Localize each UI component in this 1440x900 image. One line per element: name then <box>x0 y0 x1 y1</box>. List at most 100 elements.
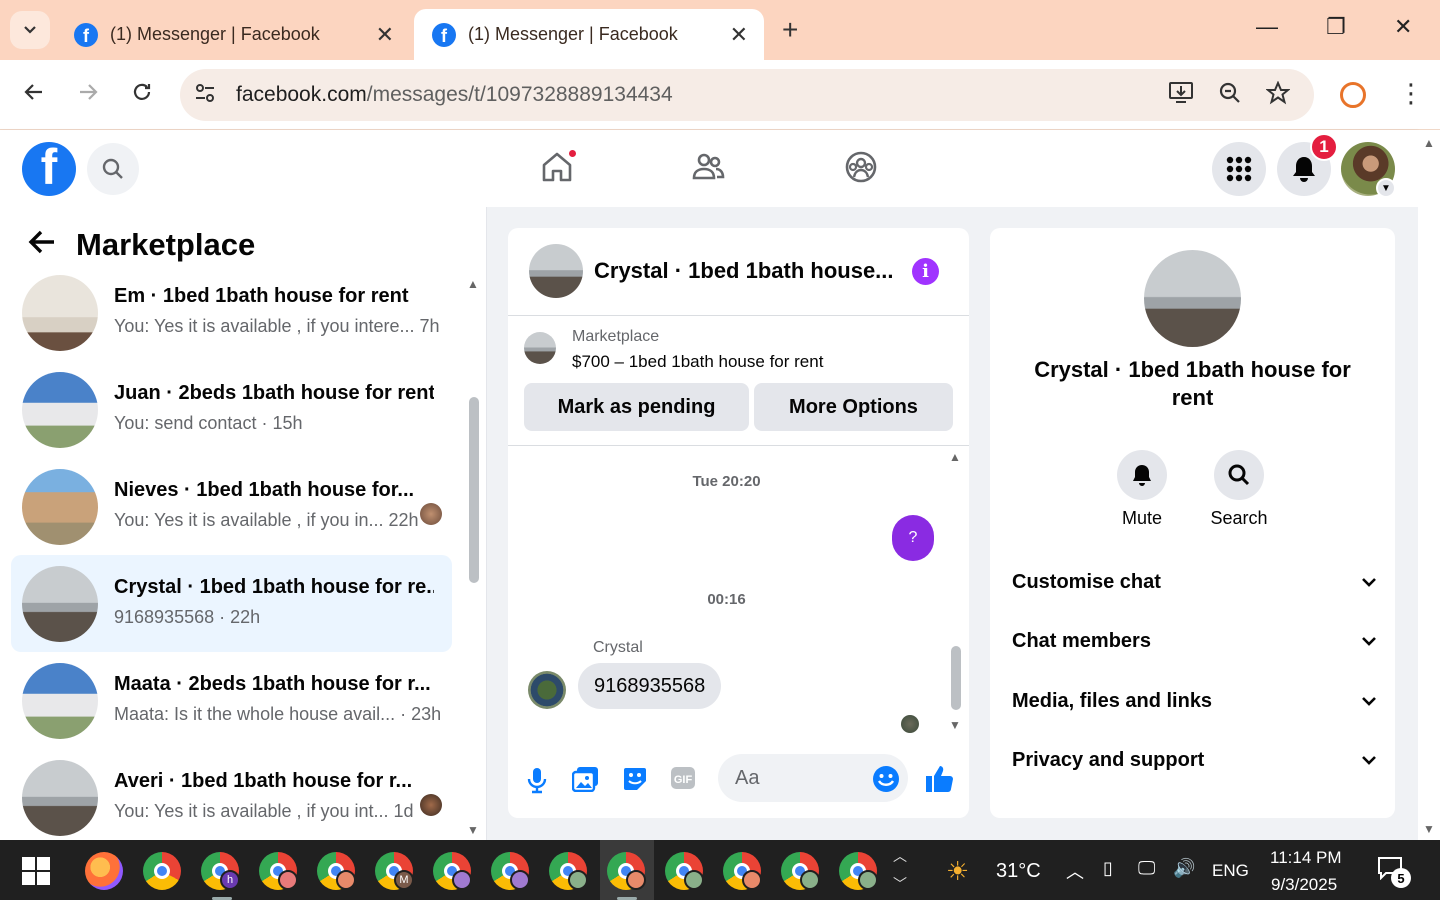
close-window-button[interactable]: ✕ <box>1394 14 1412 40</box>
conversation-sidebar: Marketplace Em · 1bed 1bath house for re… <box>0 207 487 840</box>
windows-taskbar: h M ︿ ﹀ ☀ 31°C ︿ ▯ 🖵 🔊 ENG 11:14 PM 9/3/… <box>0 840 1440 900</box>
info-icon[interactable]: i <box>912 258 939 285</box>
language-indicator[interactable]: ENG <box>1212 861 1249 881</box>
scroll-up-arrow-icon[interactable]: ▲ <box>949 450 961 464</box>
thumbs-up-icon[interactable] <box>924 764 954 799</box>
restore-button[interactable]: ❐ <box>1326 14 1346 40</box>
taskbar-scroll-up-icon[interactable]: ︿ <box>893 846 907 866</box>
contact-avatar[interactable] <box>1144 250 1241 347</box>
windows-start-icon[interactable] <box>22 857 50 885</box>
microphone-icon[interactable] <box>527 766 547 799</box>
facebook-logo-icon[interactable]: f <box>22 142 76 196</box>
chat-avatar[interactable] <box>529 244 583 298</box>
section-media-files-links[interactable]: Media, files and links <box>1012 681 1377 721</box>
seen-avatar <box>420 794 442 816</box>
gif-icon[interactable]: GIF <box>670 766 696 795</box>
svg-text:GIF: GIF <box>674 774 693 786</box>
scrollbar-thumb[interactable] <box>951 646 961 710</box>
address-bar[interactable]: facebook.com/messages/t/1097328889134434 <box>180 69 1314 121</box>
home-notification-dot <box>567 148 578 159</box>
chat-scrollbar[interactable]: ▲ ▼ <box>948 450 964 736</box>
firefox-taskbar-icon[interactable] <box>85 852 123 890</box>
sticker-icon[interactable] <box>622 766 648 797</box>
url-text: facebook.com/messages/t/1097328889134434 <box>236 83 673 106</box>
weather-icon[interactable]: ☀ <box>946 856 969 887</box>
browser-tab-1[interactable]: f (1) Messenger | Facebook ✕ <box>56 9 410 60</box>
close-tab-icon[interactable]: ✕ <box>730 22 748 48</box>
sender-avatar[interactable] <box>528 671 566 709</box>
sidebar-scrollbar[interactable]: ▲ ▼ <box>467 277 481 837</box>
groups-nav-button[interactable] <box>844 150 878 189</box>
profile-badge-icon <box>336 870 356 890</box>
groups-icon <box>845 151 877 183</box>
clock-date[interactable]: 9/3/2025 <box>1271 875 1337 895</box>
mark-as-pending-button[interactable]: Mark as pending <box>524 383 749 431</box>
outgoing-message[interactable]: ? <box>892 515 934 561</box>
mute-button[interactable]: Mute <box>1102 450 1182 529</box>
notification-count: 5 <box>1391 868 1411 888</box>
profile-badge-icon <box>568 870 588 890</box>
scroll-up-arrow-icon[interactable]: ▲ <box>467 277 479 291</box>
page-scrollbar[interactable]: ▲ ▼ <box>1418 130 1440 840</box>
conversation-item-nieves[interactable]: Nieves · 1bed 1bath house for... You: Ye… <box>11 458 452 555</box>
tray-overflow-icon[interactable]: ︿ <box>1066 858 1084 884</box>
friends-nav-button[interactable] <box>691 150 725 189</box>
conversation-item-averi[interactable]: Averi · 1bed 1bath house for r... You: Y… <box>11 749 452 846</box>
profile-badge-icon <box>858 870 878 890</box>
browser-tab-2[interactable]: f (1) Messenger | Facebook ✕ <box>414 9 764 60</box>
scroll-down-arrow-icon[interactable]: ▼ <box>1423 822 1435 836</box>
tab-search-button[interactable] <box>10 11 50 49</box>
clock-time[interactable]: 11:14 PM <box>1270 848 1342 868</box>
facebook-header: f 1 ▼ <box>0 130 1418 207</box>
scroll-down-arrow-icon[interactable]: ▼ <box>467 823 479 837</box>
browser-menu-icon[interactable]: ⋮ <box>1398 78 1424 109</box>
scrollbar-thumb[interactable] <box>469 397 479 583</box>
emoji-icon[interactable] <box>872 765 900 798</box>
install-app-icon[interactable] <box>1168 81 1194 111</box>
section-privacy-support[interactable]: Privacy and support <box>1012 740 1377 780</box>
network-icon[interactable]: 🖵 <box>1138 858 1155 879</box>
conversation-item-em[interactable]: Em · 1bed 1bath house for rent You: Yes … <box>11 264 452 361</box>
section-chat-members[interactable]: Chat members <box>1012 621 1377 661</box>
taskbar-scroll-down-icon[interactable]: ﹀ <box>893 874 907 894</box>
profile-badge-icon <box>800 870 820 890</box>
tray-device-icon[interactable]: ▯ <box>1103 858 1113 879</box>
chevron-down-icon[interactable]: ▼ <box>1376 178 1396 198</box>
section-customise-chat[interactable]: Customise chat <box>1012 562 1377 602</box>
back-button[interactable] <box>22 80 46 111</box>
browser-profile-icon[interactable] <box>1340 82 1366 108</box>
forward-button[interactable] <box>76 80 100 111</box>
facebook-favicon-icon: f <box>432 22 456 47</box>
conversation-item-maata[interactable]: Maata · 2beds 1bath house for r... Maata… <box>11 652 452 749</box>
profile-badge-icon <box>278 870 298 890</box>
minimize-button[interactable]: — <box>1256 14 1278 40</box>
scroll-up-arrow-icon[interactable]: ▲ <box>1423 136 1435 150</box>
chat-title[interactable]: Crystal · 1bed 1bath house... <box>594 258 894 284</box>
volume-icon[interactable]: 🔊 <box>1173 858 1195 879</box>
reload-button[interactable] <box>130 80 154 111</box>
site-info-icon[interactable] <box>180 82 230 109</box>
zoom-icon[interactable] <box>1218 81 1242 111</box>
conversation-item-crystal[interactable]: Crystal · 1bed 1bath house for re... 916… <box>11 555 452 652</box>
conversation-item-juan[interactable]: Juan · 2beds 1bath house for rent You: s… <box>11 361 452 458</box>
close-tab-icon[interactable]: ✕ <box>376 22 394 48</box>
listing-title[interactable]: $700 – 1bed 1bath house for rent <box>572 352 823 372</box>
incoming-message[interactable]: 9168935568 <box>578 663 722 709</box>
chrome-taskbar-icon[interactable] <box>143 852 181 890</box>
temperature-text[interactable]: 31°C <box>996 860 1041 883</box>
notification-center-button[interactable]: 5 <box>1377 856 1411 888</box>
message-timestamp: Tue 20:20 <box>692 473 761 490</box>
browser-tab-strip: f (1) Messenger | Facebook ✕ f (1) Messe… <box>0 0 1440 60</box>
bookmark-star-icon[interactable] <box>1265 80 1291 111</box>
photo-icon[interactable] <box>571 766 600 797</box>
search-icon <box>102 158 123 179</box>
more-options-button[interactable]: More Options <box>754 383 953 431</box>
back-arrow-icon[interactable] <box>28 229 56 263</box>
new-tab-button[interactable]: + <box>782 14 798 46</box>
avatar <box>22 372 98 448</box>
arrow-right-icon <box>80 84 98 100</box>
search-in-conversation-button[interactable]: Search <box>1199 450 1279 529</box>
scroll-down-arrow-icon[interactable]: ▼ <box>949 718 961 732</box>
search-button[interactable] <box>87 143 139 195</box>
menu-button[interactable] <box>1212 142 1266 196</box>
